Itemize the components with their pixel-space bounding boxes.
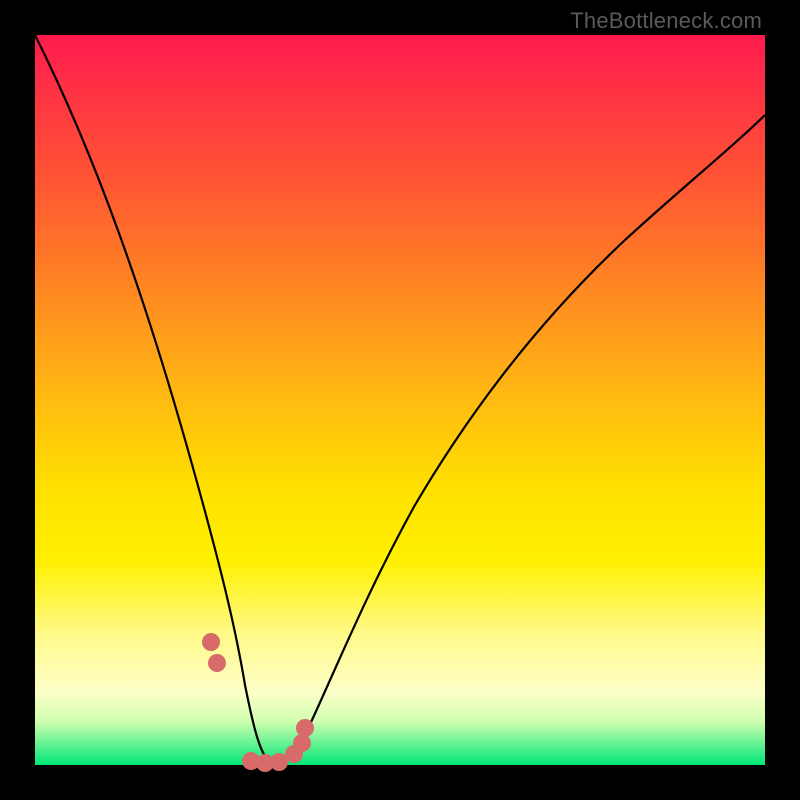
watermark-brand: TheBottleneck.com [570, 8, 762, 34]
bottleneck-curve [35, 35, 765, 763]
curve-layer [35, 35, 765, 765]
highlight-dots [202, 633, 314, 772]
chart-frame: TheBottleneck.com [0, 0, 800, 800]
